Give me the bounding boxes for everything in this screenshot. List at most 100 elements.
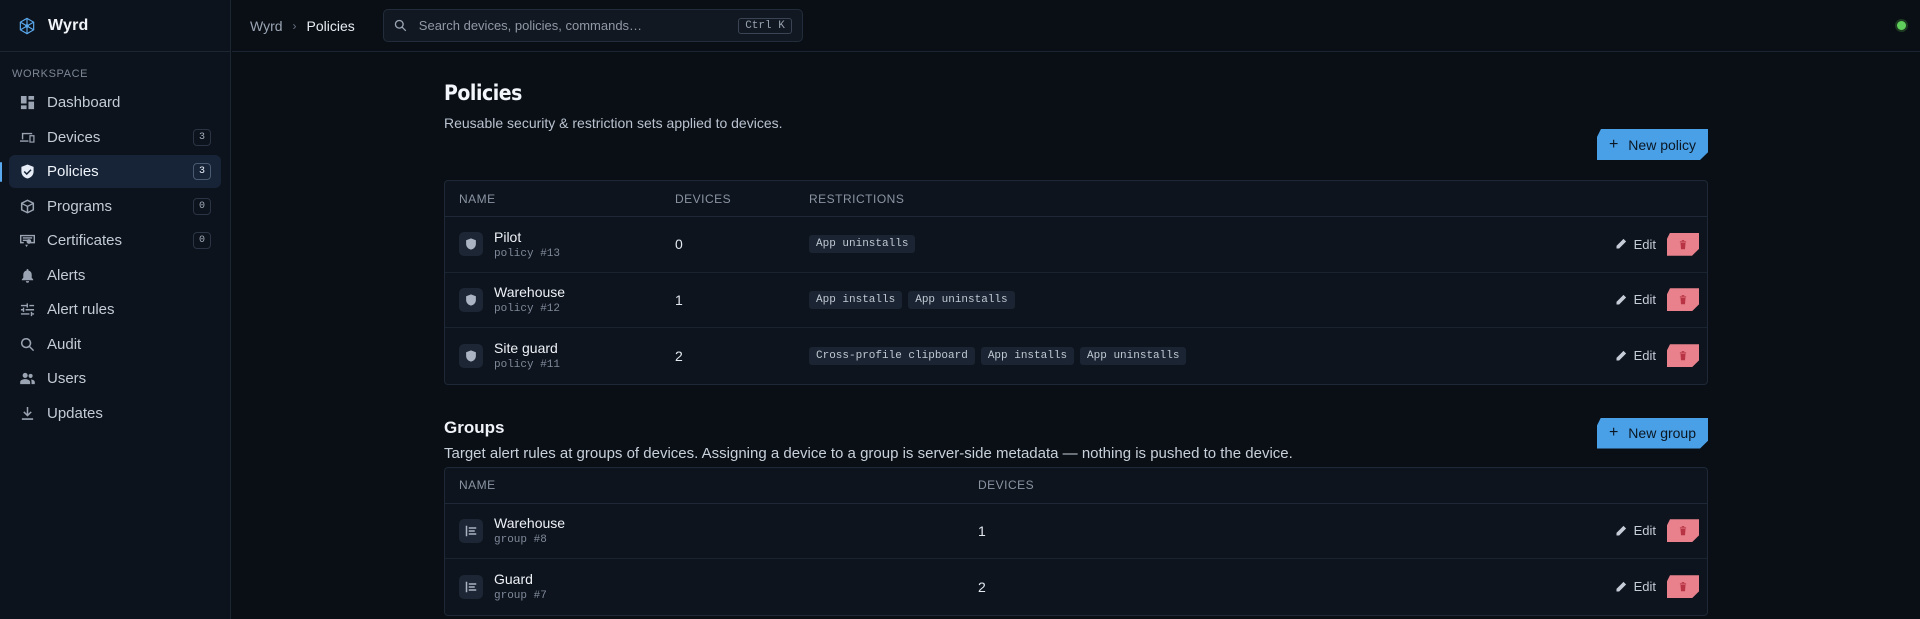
group-name-cell: Warehouse group #8 — [445, 515, 978, 546]
delete-button[interactable] — [1667, 575, 1699, 598]
policy-name-cell: Warehouse policy #12 — [445, 284, 675, 315]
column-header-name: NAME — [459, 478, 496, 492]
topbar: Wyrd › Policies Ctrl K — [232, 0, 1920, 52]
edit-label: Edit — [1633, 523, 1656, 539]
plus-icon: + — [1608, 424, 1619, 441]
sidebar-item-alerts[interactable]: Alerts — [9, 259, 221, 292]
group-device-count: 1 — [978, 522, 986, 539]
restrictions-list: App uninstalls — [809, 235, 921, 254]
brand[interactable]: Wyrd — [0, 0, 230, 52]
shield-icon — [459, 287, 483, 312]
shield-icon — [459, 232, 483, 257]
policies-table-header: NAME DEVICES RESTRICTIONS — [445, 181, 1707, 217]
policy-name: Site guard — [494, 340, 558, 357]
edit-button[interactable]: Edit — [1615, 348, 1656, 363]
new-policy-label: New policy — [1628, 136, 1696, 153]
sidebar-item-programs[interactable]: Programs 0 — [9, 190, 221, 223]
restriction-chip: App installs — [980, 346, 1075, 365]
breadcrumb: Wyrd › Policies — [250, 18, 355, 34]
group-icon — [459, 518, 483, 543]
edit-button[interactable]: Edit — [1615, 237, 1656, 252]
pencil-icon — [1615, 294, 1626, 305]
edit-label: Edit — [1633, 579, 1656, 595]
edit-button[interactable]: Edit — [1615, 292, 1656, 307]
group-icon — [459, 574, 483, 599]
sidebar-item-label: Policies — [47, 163, 99, 180]
policies-table-body: Pilot policy #13 0 App uninstalls Edit W… — [445, 217, 1707, 384]
new-group-label: New group — [1628, 425, 1696, 441]
policy-id: policy #11 — [494, 359, 561, 372]
policy-name-cell: Pilot policy #13 — [445, 229, 675, 260]
sidebar-item-label: Dashboard — [47, 94, 121, 111]
sidebar-item-users[interactable]: Users — [9, 362, 221, 395]
page-title: Policies — [444, 81, 522, 105]
edit-button[interactable]: Edit — [1615, 523, 1656, 538]
row-actions: Edit — [1615, 575, 1707, 598]
policy-device-count: 2 — [675, 347, 683, 364]
groups-subtitle: Target alert rules at groups of devices.… — [444, 444, 1293, 462]
table-row[interactable]: Site guard policy #11 2 Cross-profile cl… — [445, 328, 1707, 384]
policies-table: NAME DEVICES RESTRICTIONS Pilot policy #… — [444, 180, 1708, 385]
sidebar-item-certificates[interactable]: Certificates 0 — [9, 224, 221, 257]
new-group-button[interactable]: + New group — [1597, 418, 1708, 449]
sidebar-item-label: Programs — [47, 197, 113, 215]
sidebar-item-dashboard[interactable]: Dashboard — [9, 86, 221, 119]
edit-label: Edit — [1633, 236, 1656, 252]
delete-button[interactable] — [1667, 344, 1699, 367]
sidebar-nav: Dashboard Devices 3 Policies 3 Programs 0 Certi… — [0, 86, 230, 430]
group-device-count: 2 — [978, 578, 986, 595]
restrictions-list: App installs App uninstalls — [809, 290, 1021, 309]
table-row[interactable]: Warehouse group #8 1 Edit — [445, 504, 1707, 559]
users-icon — [19, 371, 35, 387]
restriction-chip: App uninstalls — [908, 290, 1015, 309]
sidebar-item-alert-rules[interactable]: Alert rules — [9, 293, 221, 326]
sidebar-item-label: Updates — [47, 404, 103, 422]
certificate-icon — [19, 233, 35, 249]
edit-button[interactable]: Edit — [1615, 579, 1656, 594]
restriction-chip: Cross-profile clipboard — [809, 346, 975, 365]
sidebar-item-devices[interactable]: Devices 3 — [9, 121, 221, 154]
sidebar-item-audit[interactable]: Audit — [9, 328, 221, 361]
delete-button[interactable] — [1667, 233, 1699, 256]
policies-header: Policies Reusable security & restriction… — [444, 81, 1708, 180]
policy-device-count: 1 — [675, 291, 683, 308]
trash-icon — [1678, 581, 1688, 592]
row-actions: Edit — [1615, 344, 1707, 367]
breadcrumb-root-link[interactable]: Wyrd — [250, 18, 283, 34]
app-name: Wyrd — [48, 16, 89, 34]
group-name: Guard — [494, 571, 533, 588]
new-policy-button[interactable]: + New policy — [1597, 129, 1708, 160]
policy-id: policy #13 — [494, 247, 561, 260]
sidebar-item-label: Alerts — [47, 266, 86, 284]
sidebar-item-count: 3 — [192, 128, 211, 146]
sidebar-item-count: 0 — [192, 232, 211, 249]
breadcrumb-current: Policies — [306, 17, 355, 34]
row-actions: Edit — [1615, 233, 1707, 256]
delete-button[interactable] — [1667, 519, 1699, 542]
pencil-icon — [1615, 239, 1626, 250]
search-box[interactable]: Ctrl K — [382, 9, 803, 42]
group-name: Warehouse — [494, 515, 566, 532]
trash-icon — [1678, 525, 1688, 536]
sidebar-item-policies[interactable]: Policies 3 — [0, 155, 221, 188]
sidebar-item-updates[interactable]: Updates — [9, 397, 221, 430]
edit-label: Edit — [1633, 292, 1656, 308]
table-row[interactable]: Guard group #7 2 Edit — [445, 559, 1707, 615]
delete-button[interactable] — [1667, 288, 1699, 311]
trash-icon — [1678, 350, 1688, 361]
search-shortcut-hint: Ctrl K — [738, 17, 792, 34]
sidebar-item-label: Audit — [47, 335, 82, 353]
sidebar-item-count: 0 — [192, 197, 211, 215]
table-row[interactable]: Pilot policy #13 0 App uninstalls Edit — [445, 217, 1707, 273]
table-row[interactable]: Warehouse policy #12 1 App installs App u… — [445, 273, 1707, 328]
policies-section: Policies Reusable security & restriction… — [444, 81, 1708, 385]
plus-icon: + — [1608, 135, 1619, 153]
pencil-icon — [1615, 525, 1626, 536]
sidebar-item-label: Alert rules — [47, 301, 115, 318]
search-input[interactable] — [418, 18, 739, 33]
shield-icon — [459, 343, 483, 368]
restriction-chip: App installs — [809, 290, 903, 309]
edit-label: Edit — [1633, 348, 1656, 364]
row-actions: Edit — [1615, 288, 1707, 311]
dashboard-icon — [19, 95, 35, 111]
